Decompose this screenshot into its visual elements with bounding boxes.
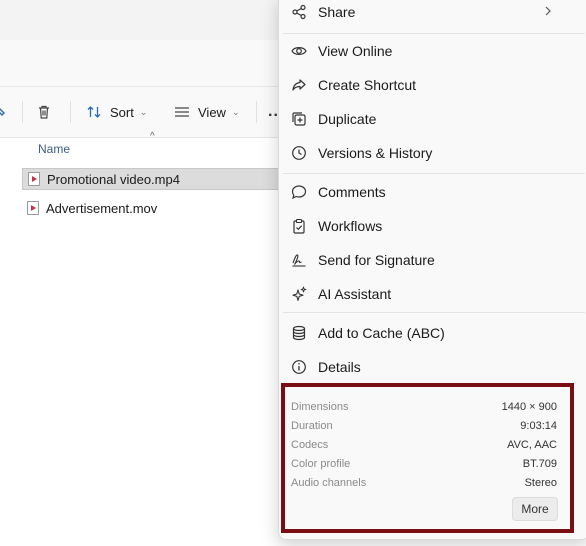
rename-icon	[0, 108, 5, 116]
menu-separator	[283, 173, 585, 174]
file-name: Advertisement.mov	[46, 200, 158, 216]
more-details-button[interactable]: More	[512, 497, 558, 521]
menu-item-label: Share	[318, 4, 356, 20]
detail-key: Codecs	[291, 438, 329, 451]
detail-value: 1440 × 900	[501, 400, 557, 413]
menu-item-label: View Online	[318, 43, 393, 59]
menu-item-label: Duplicate	[318, 111, 377, 127]
menu-separator	[283, 312, 585, 313]
detail-key: Dimensions	[291, 400, 349, 413]
database-icon	[291, 325, 307, 341]
video-file-icon	[27, 201, 39, 215]
details-panel: Dimensions 1440 × 900 Duration 9:03:14 C…	[281, 383, 574, 533]
chevron-down-icon: ⌄	[139, 106, 148, 117]
toolbar-divider	[256, 101, 257, 123]
menu-item-add-to-cache[interactable]: Add to Cache (ABC)	[279, 316, 586, 350]
toolbar-divider	[70, 101, 71, 123]
detail-row-color-profile: Color profile BT.709	[291, 454, 557, 473]
menu-item-send-for-signature[interactable]: Send for Signature	[279, 243, 586, 277]
menu-item-share[interactable]: Share	[279, 0, 586, 29]
menu-item-versions-history[interactable]: Versions & History	[279, 136, 586, 170]
delete-button[interactable]	[36, 87, 52, 137]
menu-item-label: AI Assistant	[318, 286, 392, 302]
menu-item-details[interactable]: Details	[279, 350, 586, 384]
signature-icon	[291, 252, 307, 268]
trash-icon	[39, 105, 49, 119]
detail-row-dimensions: Dimensions 1440 × 900	[291, 397, 557, 416]
detail-row-audio-channels: Audio channels Stereo	[291, 473, 557, 492]
menu-item-comments[interactable]: Comments	[279, 175, 586, 209]
view-button[interactable]: View ⌄	[174, 87, 240, 137]
eye-icon	[291, 43, 307, 59]
detail-key: Color profile	[291, 457, 351, 470]
detail-row-duration: Duration 9:03:14	[291, 416, 557, 435]
menu-item-view-online[interactable]: View Online	[279, 34, 586, 68]
menu-item-label: Send for Signature	[318, 252, 435, 268]
menu-item-label: Versions & History	[318, 145, 433, 161]
comment-icon	[291, 184, 307, 200]
column-header-name[interactable]: Name	[38, 142, 70, 156]
chevron-right-icon	[545, 6, 551, 16]
rename-button[interactable]	[0, 87, 8, 137]
sort-button[interactable]: Sort ⌄	[86, 87, 147, 137]
detail-key: Audio channels	[291, 476, 367, 489]
chevron-down-icon: ⌄	[231, 106, 240, 117]
info-icon	[291, 359, 307, 375]
sparkle-icon	[291, 286, 307, 302]
menu-item-workflows[interactable]: Workflows	[279, 209, 586, 243]
shortcut-arrow-icon	[291, 77, 307, 93]
duplicate-icon	[291, 111, 307, 127]
share-icon	[291, 4, 307, 20]
detail-value: 9:03:14	[520, 419, 557, 432]
menu-item-label: Details	[318, 359, 361, 375]
file-name: Promotional video.mp4	[47, 171, 180, 187]
detail-key: Duration	[291, 419, 333, 432]
menu-item-duplicate[interactable]: Duplicate	[279, 102, 586, 136]
menu-item-label: Comments	[318, 184, 386, 200]
detail-value: BT.709	[522, 457, 557, 470]
menu-item-label: Workflows	[318, 218, 383, 234]
video-file-icon	[28, 172, 40, 186]
detail-value: Stereo	[524, 476, 557, 489]
sort-icon	[87, 106, 101, 118]
view-label: View	[198, 104, 226, 120]
menu-item-label: Create Shortcut	[318, 77, 417, 93]
menu-item-ai-assistant[interactable]: AI Assistant	[279, 277, 586, 311]
history-icon	[291, 145, 307, 161]
view-lines-icon	[175, 107, 189, 117]
menu-item-label: Add to Cache (ABC)	[318, 325, 445, 341]
sort-ascending-icon: ^	[150, 131, 155, 142]
sort-label: Sort	[110, 104, 134, 120]
toolbar-divider	[22, 101, 23, 123]
clipboard-check-icon	[291, 218, 307, 234]
detail-row-codecs: Codecs AVC, AAC	[291, 435, 557, 454]
detail-value: AVC, AAC	[507, 438, 557, 451]
menu-item-create-shortcut[interactable]: Create Shortcut	[279, 68, 586, 102]
